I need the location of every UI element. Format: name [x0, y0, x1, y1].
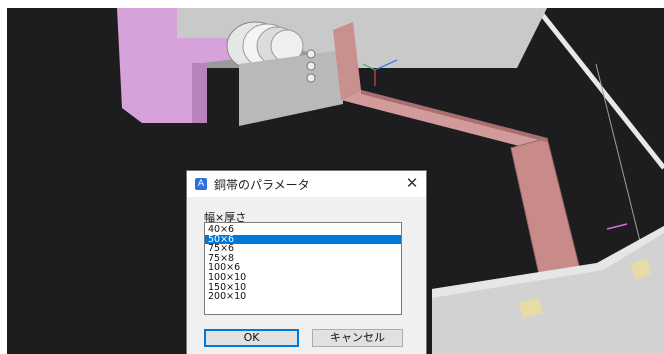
list-item[interactable]: 200×10 [205, 292, 401, 302]
cad-3d-viewport[interactable]: A 銅帯のパラメータ ✕ 幅×厚さ 40×6 50×6 75×6 75×8 10… [7, 8, 664, 354]
plate-hole [306, 49, 316, 59]
app-icon: A [195, 178, 207, 190]
list-item-selected[interactable]: 50×6 [205, 234, 401, 245]
close-button[interactable]: ✕ [405, 175, 419, 191]
cad-window: A 銅帯のパラメータ ✕ 幅×厚さ 40×6 50×6 75×6 75×8 10… [0, 0, 664, 354]
ok-button[interactable]: OK [204, 329, 299, 347]
list-item[interactable]: 75×6 [205, 244, 401, 254]
cancel-button[interactable]: キャンセル [312, 329, 403, 347]
dialog-title: 銅帯のパラメータ [214, 178, 310, 192]
pink-bracket-side [192, 63, 207, 123]
plate-hole [306, 73, 316, 83]
annotation-mark [606, 223, 628, 230]
size-listbox[interactable]: 40×6 50×6 75×6 75×8 100×6 100×10 150×10 … [204, 222, 402, 315]
dialog-titlebar[interactable]: A 銅帯のパラメータ ✕ [187, 171, 426, 197]
list-item[interactable]: 40×6 [205, 225, 401, 235]
scene-edge-line [535, 8, 664, 170]
plate-hole [306, 61, 316, 71]
parameter-dialog: A 銅帯のパラメータ ✕ 幅×厚さ 40×6 50×6 75×6 75×8 10… [186, 170, 427, 354]
